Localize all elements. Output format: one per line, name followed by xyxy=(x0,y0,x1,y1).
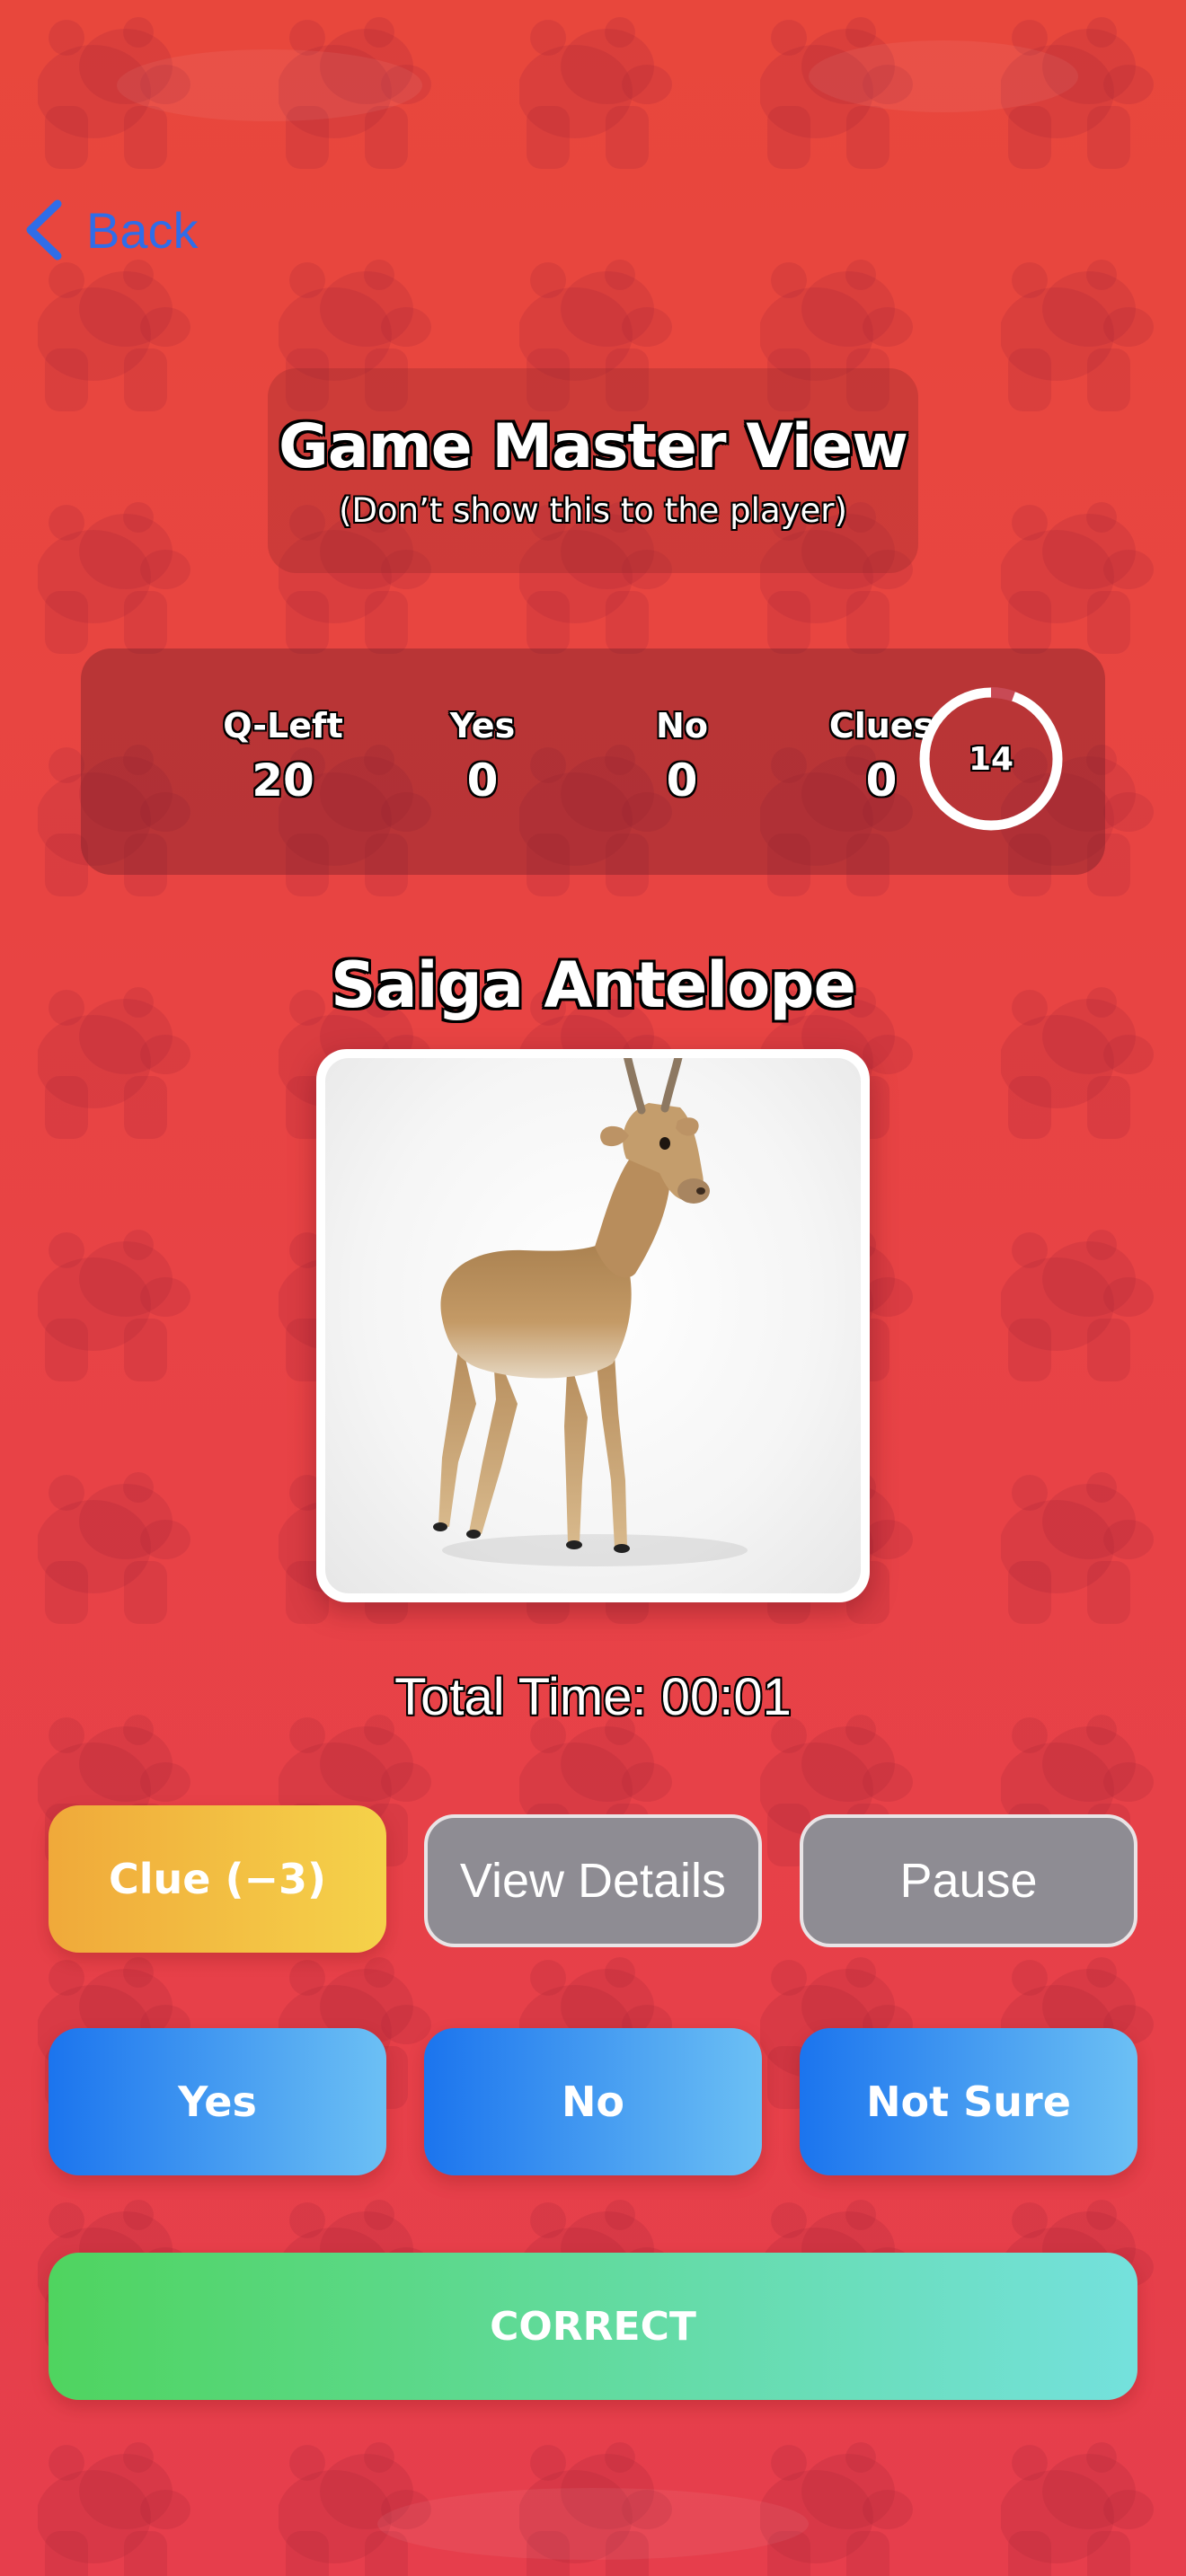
clue-button[interactable]: Clue (−3) xyxy=(49,1805,386,1953)
timer-value: 14 xyxy=(968,740,1014,778)
title-card: Game Master View (Don’t show this to the… xyxy=(268,368,918,573)
stat-yes: Yes 0 xyxy=(406,706,559,807)
pause-button[interactable]: Pause xyxy=(800,1814,1137,1947)
back-label: Back xyxy=(86,201,199,259)
yes-button[interactable]: Yes xyxy=(49,2028,386,2175)
animal-name: Saiga Antelope xyxy=(331,948,856,1022)
view-details-button[interactable]: View Details xyxy=(424,1814,762,1947)
back-button[interactable]: Back xyxy=(23,194,199,266)
chevron-left-icon xyxy=(26,199,62,260)
page-subtitle: (Don’t show this to the player) xyxy=(339,491,847,530)
stat-value: 0 xyxy=(466,754,499,807)
saiga-antelope-image xyxy=(433,1058,748,1566)
stat-label: Yes xyxy=(449,706,516,745)
not-sure-button[interactable]: Not Sure xyxy=(800,2028,1137,2175)
no-button[interactable]: No xyxy=(424,2028,762,2175)
total-time: Total Time: 00:01 xyxy=(394,1668,792,1726)
stat-label: No xyxy=(656,706,708,745)
stat-label: Q-Left xyxy=(223,706,343,745)
stat-value: 20 xyxy=(252,754,314,807)
stat-no: No 0 xyxy=(606,706,758,807)
animal-photo xyxy=(325,1058,861,1593)
animal-photo-card xyxy=(316,1049,870,1602)
stats-panel: Q-Left 20 Yes 0 No 0 Clues 0 14 xyxy=(81,648,1105,875)
correct-button[interactable]: CORRECT xyxy=(49,2253,1137,2400)
stat-value: 0 xyxy=(666,754,698,807)
page-title: Game Master View xyxy=(279,411,908,482)
stat-questions-left: Q-Left 20 xyxy=(207,706,359,807)
